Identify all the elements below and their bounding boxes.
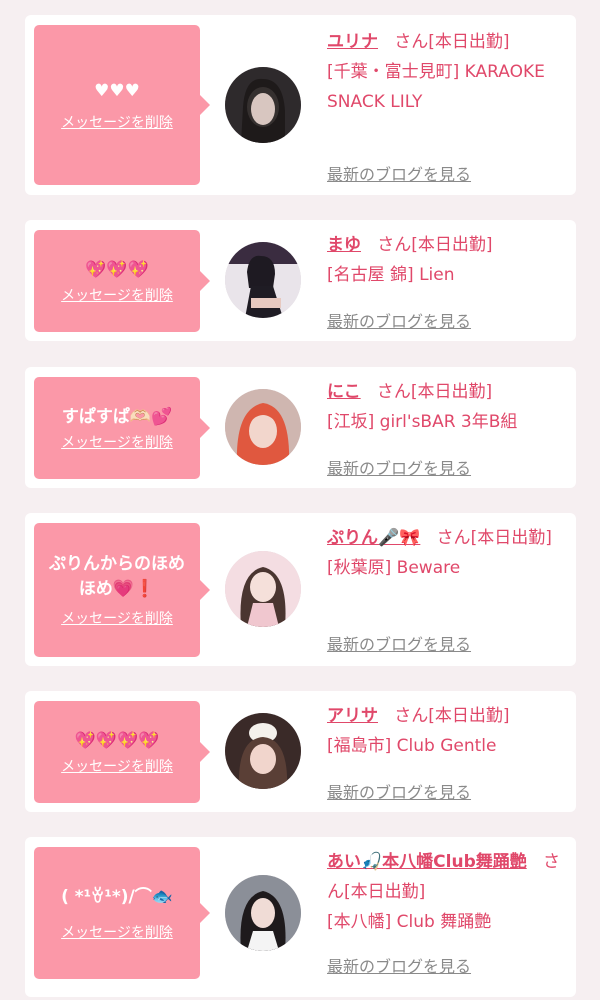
- cast-info: にこ さん[本日出勤] [江坂] girl'sBAR 3年B組: [327, 377, 567, 437]
- list-item: すぱすぱ🫶🏻💕 メッセージを削除 にこ さん[本日出勤] [江坂] girl's…: [25, 367, 576, 488]
- delete-message-link[interactable]: メッセージを削除: [61, 285, 173, 305]
- list-item: ( *¹ꈊ¹*)/⌒🐟 メッセージを削除 あい🎣本八幡Club舞踊艶 さん[本日…: [25, 837, 576, 997]
- cast-name-link[interactable]: アリサ: [327, 706, 378, 726]
- list-item: 💖💖💖 メッセージを削除 まゆ さん[本日出勤] [名古屋 錦] Lien 最新…: [25, 220, 576, 341]
- blog-link[interactable]: 最新のブログを見る: [327, 161, 471, 185]
- message-text: 💖💖💖💖: [74, 730, 160, 751]
- delete-message-link[interactable]: メッセージを削除: [61, 756, 173, 776]
- avatar[interactable]: [225, 67, 301, 143]
- status-text: [本日出勤]: [428, 32, 510, 52]
- message-bubble: すぱすぱ🫶🏻💕 メッセージを削除: [34, 377, 210, 479]
- blog-link[interactable]: 最新のブログを見る: [327, 779, 471, 803]
- cast-info: ユリナ さん[本日出勤] [千葉・富士見町] KARAOKE SNACK LIL…: [327, 27, 567, 117]
- avatar[interactable]: [225, 713, 301, 789]
- honorific: さん: [394, 706, 429, 726]
- honorific: さん: [376, 382, 411, 402]
- honorific: さん: [377, 235, 412, 255]
- blog-link[interactable]: 最新のブログを見る: [327, 631, 471, 655]
- message-list: ♥♥♥ メッセージを削除 ユリナ さん[本日出勤] [千葉・富士見町] KARA…: [0, 0, 600, 1000]
- avatar[interactable]: [225, 389, 301, 465]
- message-bubble: 💖💖💖 メッセージを削除: [34, 230, 210, 332]
- cast-info: あい🎣本八幡Club舞踊艶 さん[本日出勤] [本八幡] Club 舞踊艶: [327, 847, 567, 937]
- cast-info: アリサ さん[本日出勤] [福島市] Club Gentle: [327, 701, 567, 761]
- cast-name-link[interactable]: ぷりん🎤🎀: [327, 528, 420, 548]
- cast-name-link[interactable]: にこ: [327, 382, 361, 402]
- status-text: [本日出勤]: [411, 235, 493, 255]
- shop-text: [本八幡] Club 舞踊艶: [327, 912, 492, 932]
- message-text: ぷりんからのほめほめ💗❗️: [49, 554, 185, 599]
- avatar[interactable]: [225, 551, 301, 627]
- shop-text: [名古屋 錦] Lien: [327, 265, 455, 285]
- shop-text: [江坂] girl'sBAR 3年B組: [327, 412, 518, 432]
- message-text: 💖💖💖: [85, 259, 149, 280]
- message-bubble: 💖💖💖💖 メッセージを削除: [34, 701, 210, 803]
- list-item: 💖💖💖💖 メッセージを削除 アリサ さん[本日出勤] [福島市] Club Ge…: [25, 691, 576, 812]
- message-text: すぱすぱ🫶🏻💕: [61, 406, 173, 427]
- blog-link[interactable]: 最新のブログを見る: [327, 455, 471, 479]
- cast-name-link[interactable]: まゆ: [327, 235, 361, 255]
- message-bubble: ( *¹ꈊ¹*)/⌒🐟 メッセージを削除: [34, 847, 210, 979]
- honorific: さん: [436, 528, 471, 548]
- avatar[interactable]: [225, 242, 301, 318]
- cast-name-link[interactable]: ユリナ: [327, 32, 378, 52]
- message-bubble: ぷりんからのほめほめ💗❗️ メッセージを削除: [34, 523, 210, 657]
- cast-name-link[interactable]: あい🎣本八幡Club舞踊艶: [327, 852, 527, 872]
- delete-message-link[interactable]: メッセージを削除: [61, 922, 173, 942]
- delete-message-link[interactable]: メッセージを削除: [61, 112, 173, 132]
- avatar[interactable]: [225, 875, 301, 951]
- status-text: [本日出勤]: [428, 706, 510, 726]
- cast-info: ぷりん🎤🎀 さん[本日出勤] [秋葉原] Beware: [327, 523, 567, 583]
- delete-message-link[interactable]: メッセージを削除: [61, 432, 173, 452]
- status-text: [本日出勤]: [410, 382, 493, 402]
- message-bubble: ♥♥♥ メッセージを削除: [34, 25, 210, 185]
- message-text: ♥♥♥: [94, 80, 140, 101]
- status-text: [本日出勤]: [470, 528, 552, 548]
- delete-message-link[interactable]: メッセージを削除: [61, 608, 173, 628]
- blog-link[interactable]: 最新のブログを見る: [327, 308, 471, 332]
- message-text: ( *¹ꈊ¹*)/⌒🐟: [61, 886, 173, 907]
- list-item: ♥♥♥ メッセージを削除 ユリナ さん[本日出勤] [千葉・富士見町] KARA…: [25, 15, 576, 195]
- blog-link[interactable]: 最新のブログを見る: [327, 953, 471, 977]
- status-text: [本日出勤]: [344, 882, 426, 902]
- shop-text: [福島市] Club Gentle: [327, 736, 497, 756]
- honorific: さん: [394, 32, 429, 52]
- list-item: ぷりんからのほめほめ💗❗️ メッセージを削除 ぷりん🎤🎀 さん[本日出勤] [秋…: [25, 513, 576, 666]
- shop-text: [秋葉原] Beware: [327, 558, 461, 578]
- cast-info: まゆ さん[本日出勤] [名古屋 錦] Lien: [327, 230, 567, 290]
- shop-text: [千葉・富士見町] KARAOKE SNACK LILY: [327, 62, 545, 112]
